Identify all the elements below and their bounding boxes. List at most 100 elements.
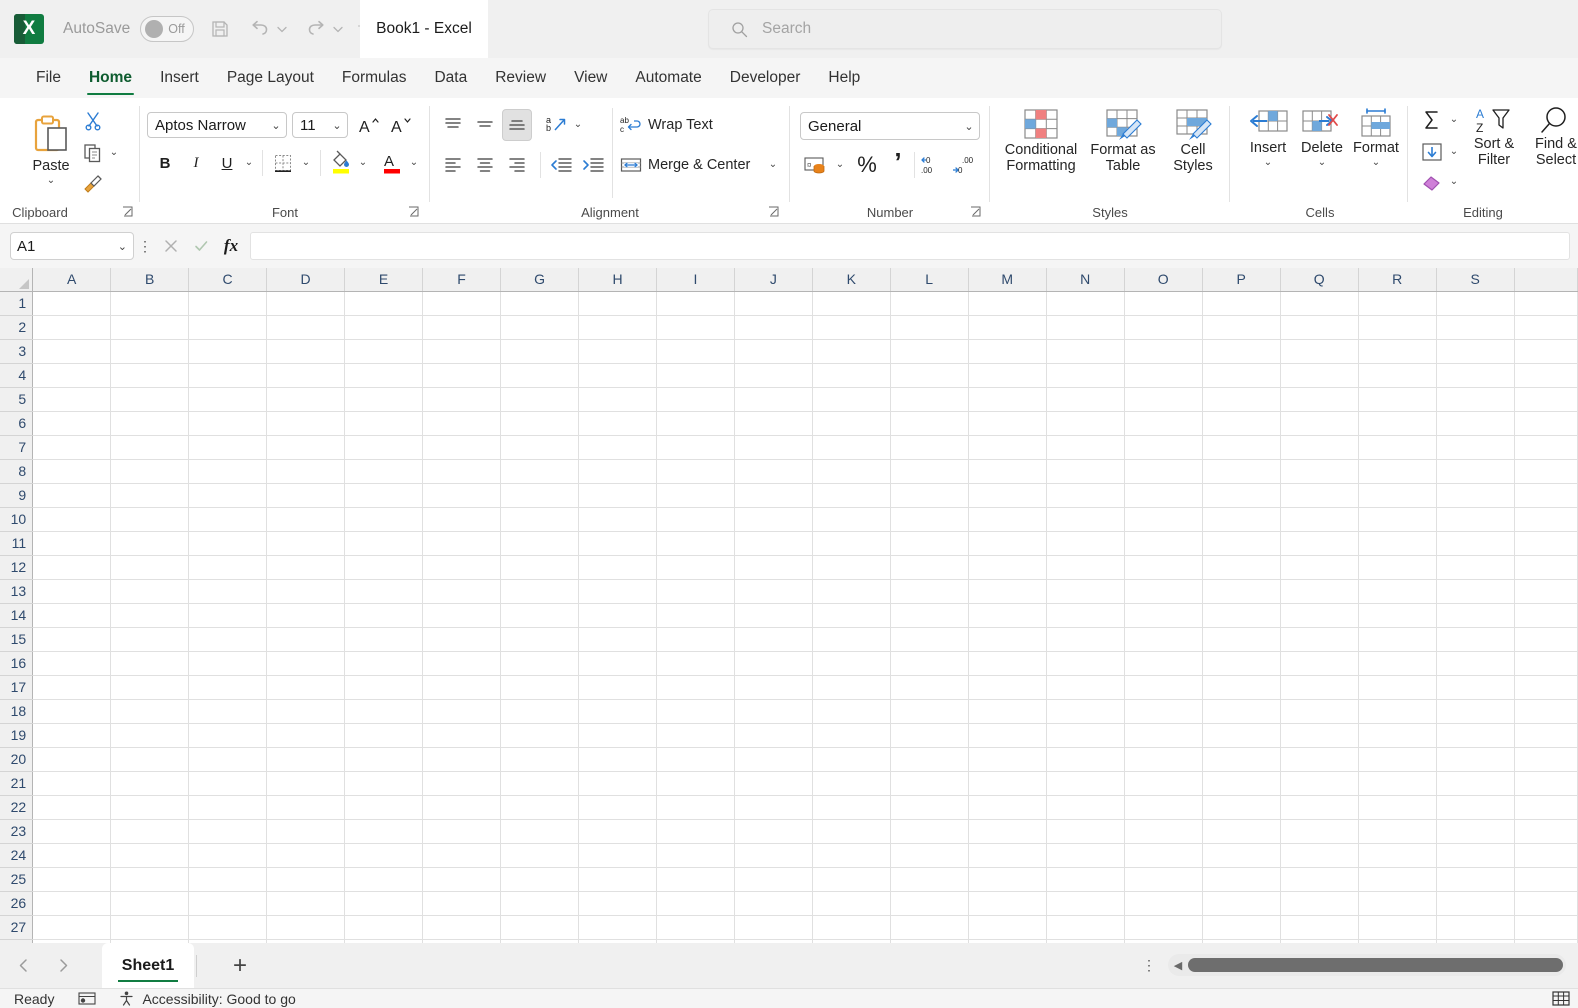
cell-Q18[interactable] [1280, 699, 1359, 724]
cell-S26[interactable] [1436, 891, 1515, 916]
cell-A24[interactable] [32, 843, 112, 868]
cell-S2[interactable] [1436, 315, 1515, 340]
cell-M16[interactable] [968, 651, 1047, 676]
cell-C14[interactable] [188, 603, 268, 628]
spreadsheet-grid[interactable]: ABCDEFGHIJKLMNOPQRS 1 2 3 4 5 6 7 8 9 10 11 12 13 14 1… [0, 268, 1578, 943]
cell-J9[interactable] [734, 483, 813, 508]
cell-T11[interactable] [1514, 531, 1578, 556]
cell-C10[interactable] [188, 507, 268, 532]
horizontal-scrollbar[interactable]: ◀ [1168, 954, 1566, 976]
cell-L21[interactable] [890, 771, 969, 796]
cell-P8[interactable] [1202, 459, 1281, 484]
cell-R6[interactable] [1358, 411, 1437, 436]
tab-review[interactable]: Review [481, 58, 560, 98]
cell-L4[interactable] [890, 363, 969, 388]
cell-T17[interactable] [1514, 675, 1578, 700]
cell-Q9[interactable] [1280, 483, 1359, 508]
cell-K25[interactable] [812, 867, 891, 892]
tab-formulas[interactable]: Formulas [328, 58, 421, 98]
cell-D10[interactable] [266, 507, 346, 532]
cell-Q16[interactable] [1280, 651, 1359, 676]
cell-I26[interactable] [656, 891, 735, 916]
cell-P12[interactable] [1202, 555, 1281, 580]
cell-M8[interactable] [968, 459, 1047, 484]
column-header-F[interactable]: F [422, 268, 502, 292]
cell-E19[interactable] [344, 723, 424, 748]
cell-S21[interactable] [1436, 771, 1515, 796]
cell-I10[interactable] [656, 507, 735, 532]
cell-S25[interactable] [1436, 867, 1515, 892]
cell-E3[interactable] [344, 339, 424, 364]
borders-dropdown-caret-icon[interactable]: ⌄ [298, 148, 314, 178]
percent-style-button[interactable]: % [852, 150, 882, 180]
cell-L25[interactable] [890, 867, 969, 892]
cell-J12[interactable] [734, 555, 813, 580]
cell-D16[interactable] [266, 651, 346, 676]
cell-F16[interactable] [422, 651, 502, 676]
cell-M25[interactable] [968, 867, 1047, 892]
cell-F17[interactable] [422, 675, 502, 700]
cell-T12[interactable] [1514, 555, 1578, 580]
cell-B2[interactable] [110, 315, 190, 340]
cell-H8[interactable] [578, 459, 658, 484]
cell-G26[interactable] [500, 891, 580, 916]
cell-H22[interactable] [578, 795, 658, 820]
cell-N10[interactable] [1046, 507, 1125, 532]
cell-D27[interactable] [266, 915, 346, 940]
cell-E4[interactable] [344, 363, 424, 388]
cell-Q15[interactable] [1280, 627, 1359, 652]
cell-A16[interactable] [32, 651, 112, 676]
cell-A13[interactable] [32, 579, 112, 604]
cell-R11[interactable] [1358, 531, 1437, 556]
cell-K15[interactable] [812, 627, 891, 652]
cell-F10[interactable] [422, 507, 502, 532]
cell-H17[interactable] [578, 675, 658, 700]
cell-N20[interactable] [1046, 747, 1125, 772]
cell-H24[interactable] [578, 843, 658, 868]
cell-S14[interactable] [1436, 603, 1515, 628]
cell-P3[interactable] [1202, 339, 1281, 364]
cell-C15[interactable] [188, 627, 268, 652]
cell-B16[interactable] [110, 651, 190, 676]
cell-T7[interactable] [1514, 435, 1578, 460]
cell-S7[interactable] [1436, 435, 1515, 460]
cell-S3[interactable] [1436, 339, 1515, 364]
cell-Q7[interactable] [1280, 435, 1359, 460]
delete-cells-caret-icon[interactable]: ⌄ [1318, 157, 1326, 168]
cell-E17[interactable] [344, 675, 424, 700]
cell-H4[interactable] [578, 363, 658, 388]
align-center-icon[interactable] [470, 150, 500, 180]
cell-G2[interactable] [500, 315, 580, 340]
cell-L5[interactable] [890, 387, 969, 412]
align-right-icon[interactable] [502, 150, 532, 180]
cut-button[interactable] [78, 106, 108, 136]
normal-view-icon[interactable] [1552, 991, 1570, 1006]
cell-Q11[interactable] [1280, 531, 1359, 556]
align-top-icon[interactable] [438, 110, 468, 140]
accounting-format-icon[interactable]: ¤ [800, 150, 832, 180]
cell-J1[interactable] [734, 291, 813, 316]
cell-R4[interactable] [1358, 363, 1437, 388]
cell-R7[interactable] [1358, 435, 1437, 460]
cell-J15[interactable] [734, 627, 813, 652]
cell-A9[interactable] [32, 483, 112, 508]
sort-filter-button[interactable]: A Z Sort & Filter [1466, 106, 1522, 168]
cell-M5[interactable] [968, 387, 1047, 412]
cell-Q8[interactable] [1280, 459, 1359, 484]
cell-L13[interactable] [890, 579, 969, 604]
cell-G7[interactable] [500, 435, 580, 460]
row-header-17[interactable]: 17 [0, 675, 34, 700]
redo-dropdown-caret-icon[interactable] [330, 15, 346, 43]
cell-J3[interactable] [734, 339, 813, 364]
decrease-decimal-icon[interactable]: .00 0 [950, 150, 980, 180]
cell-I24[interactable] [656, 843, 735, 868]
cell-N24[interactable] [1046, 843, 1125, 868]
cell-C1[interactable] [188, 291, 268, 316]
row-header-14[interactable]: 14 [0, 603, 34, 628]
cell-M22[interactable] [968, 795, 1047, 820]
cell-K18[interactable] [812, 699, 891, 724]
row-header-2[interactable]: 2 [0, 315, 34, 340]
cell-J26[interactable] [734, 891, 813, 916]
cell-M27[interactable] [968, 915, 1047, 940]
cell-D23[interactable] [266, 819, 346, 844]
